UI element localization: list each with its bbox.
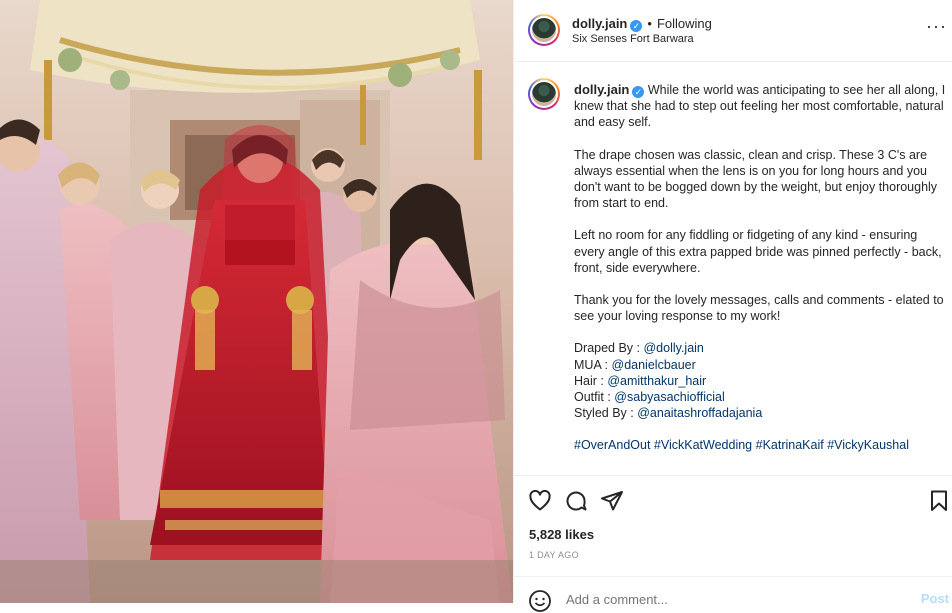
wedding-photo-image <box>0 0 513 603</box>
verified-icon: ✓ <box>632 86 645 98</box>
following-button[interactable]: Following <box>657 16 712 31</box>
mention-link[interactable]: @amitthakur_hair <box>607 374 706 388</box>
separator-dot: • <box>647 16 652 31</box>
credit-line: Draped By : @dolly.jain <box>574 341 704 356</box>
caption-username-link[interactable]: dolly.jain <box>574 82 629 97</box>
credit-line: MUA : @danielcbauer <box>574 357 696 372</box>
location-link[interactable]: Six Senses Fort Barwara <box>572 33 694 45</box>
hashtag-link[interactable]: #VickKatWedding <box>654 438 752 452</box>
hashtag-link[interactable]: #VickyKaushal <box>827 438 909 452</box>
hashtag-link[interactable]: #OverAndOut <box>574 438 650 452</box>
credit-line: Outfit : @sabyasachiofficial <box>574 390 725 405</box>
comment-input[interactable] <box>564 591 868 608</box>
emoji-icon[interactable] <box>528 589 552 613</box>
caption-text: dolly.jain ✓ While the world was anticipa… <box>574 82 951 454</box>
post-timestamp[interactable]: 1 DAY AGO <box>529 550 579 560</box>
likes-count[interactable]: 5,828 likes <box>529 527 594 542</box>
caption-para-2: The drape chosen was classic, clean and … <box>574 147 938 211</box>
post-header: dolly.jain ✓ • Following Six Senses Fort Ba… <box>514 0 952 62</box>
caption-para-3: Left no room for any fiddling or fidgeti… <box>574 228 942 275</box>
more-icon[interactable]: ··· <box>926 16 947 37</box>
hashtag-link[interactable]: #KatrinaKaif <box>756 438 824 452</box>
credit-line: Hair : @amitthakur_hair <box>574 373 707 388</box>
comment-icon[interactable] <box>564 489 588 513</box>
post-panel: dolly.jain ✓ • Following Six Senses Fort Ba… <box>513 0 952 612</box>
mention-link[interactable]: @anaitashroffadajania <box>637 406 762 420</box>
actions-section: 5,828 likes 1 DAY AGO Post <box>514 475 952 612</box>
caption-area: dolly.jain ✓ While the world was anticipa… <box>514 62 952 474</box>
caption-avatar[interactable] <box>528 78 560 110</box>
header-user-line: dolly.jain ✓ • Following <box>572 15 712 33</box>
heart-icon[interactable] <box>528 489 552 513</box>
mention-link[interactable]: @dolly.jain <box>643 341 703 355</box>
bookmark-icon[interactable] <box>927 489 951 513</box>
share-icon[interactable] <box>600 489 624 513</box>
verified-icon: ✓ <box>630 20 643 32</box>
post-photo[interactable] <box>0 0 513 603</box>
mention-link[interactable]: @danielcbauer <box>612 358 696 372</box>
post-comment-button[interactable]: Post <box>921 591 949 606</box>
credits-list: Draped By : @dolly.jain MUA : @danielcba… <box>574 340 951 421</box>
username-link[interactable]: dolly.jain <box>572 16 627 31</box>
avatar[interactable] <box>528 14 560 46</box>
caption-para-4: Thank you for the lovely messages, calls… <box>574 293 944 324</box>
comment-bar: Post <box>514 576 952 612</box>
credit-line: Styled By : @anaitashroffadajania <box>574 406 763 421</box>
hashtags: #OverAndOut #VickKatWedding #KatrinaKaif… <box>574 437 951 453</box>
mention-link[interactable]: @sabyasachiofficial <box>614 390 724 404</box>
caption-para-1: While the world was anticipating to see … <box>574 83 946 130</box>
